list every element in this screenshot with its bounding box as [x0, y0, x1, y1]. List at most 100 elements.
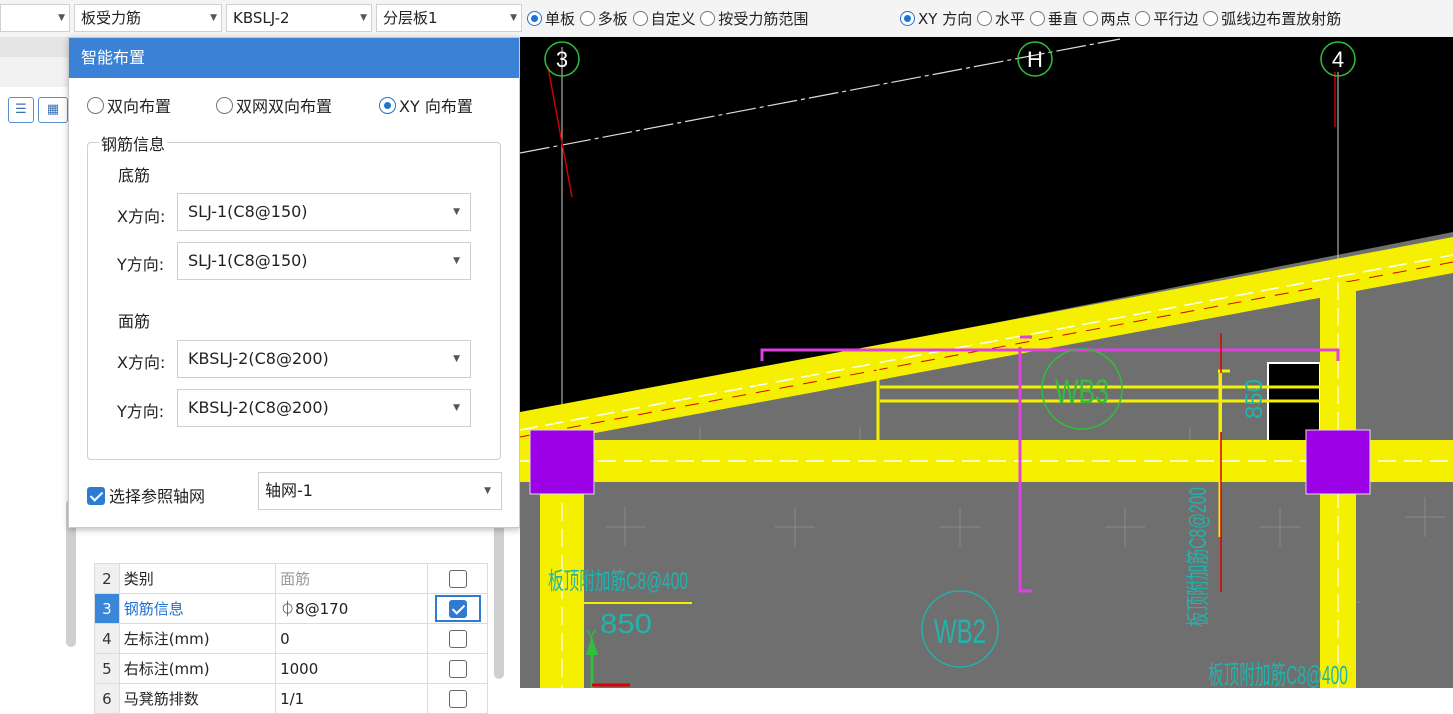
bottom-rebar-heading: 底筋	[118, 166, 151, 185]
property-value[interactable]: 面筋	[275, 563, 429, 594]
dialog-title[interactable]: 智能布置	[69, 38, 519, 78]
table-row[interactable]: 2 类别 面筋	[94, 563, 488, 594]
top-x-select[interactable]: KBSLJ-2(C8@200) ▼	[177, 340, 471, 378]
row-number: 5	[94, 653, 120, 684]
column-e3[interactable]	[529, 429, 595, 495]
radio-icon	[700, 11, 716, 26]
radio-multi-slab[interactable]: 多板	[579, 10, 628, 28]
property-value[interactable]: 1000	[275, 653, 429, 684]
attach-checkbox[interactable]	[448, 599, 467, 618]
radio-custom[interactable]: 自定义	[632, 10, 696, 28]
attach-checkbox[interactable]	[448, 659, 467, 678]
radio-xy-direction[interactable]: XY 方向	[900, 10, 972, 28]
component-name-dropdown[interactable]: KBSLJ-2 ▼	[226, 4, 372, 32]
rebar-annotation-bottom-right: 板顶附加筋C8@400	[1208, 660, 1348, 688]
component-type-dropdown[interactable]: 板受力筋 ▼	[74, 4, 222, 32]
chevron-down-icon: ▼	[210, 13, 217, 23]
table-row[interactable]: 4 左标注(mm) 0	[94, 623, 488, 654]
radio-icon	[216, 97, 233, 114]
option-xy-direction[interactable]: XY 向布置	[379, 97, 473, 117]
axis-label-h: H	[1027, 47, 1043, 72]
radio-vertical[interactable]: 垂直	[1029, 10, 1078, 28]
rebar-annotation-vertical: 板顶附加筋C8@200	[1185, 487, 1212, 627]
column-e4[interactable]	[1305, 429, 1371, 495]
checkbox-icon	[87, 487, 105, 505]
ref-axis-checkbox[interactable]: 选择参照轴网	[87, 483, 205, 507]
attach-cell	[427, 563, 488, 594]
row-number: 3	[94, 593, 120, 624]
radio-icon	[632, 11, 648, 26]
attach-checkbox[interactable]	[448, 689, 467, 708]
bottom-y-value: SLJ-1(C8@150)	[188, 251, 308, 270]
rebar-annotation-left: 板顶附加筋C8@400	[548, 568, 688, 595]
property-value[interactable]: ⏀8@170	[275, 593, 429, 624]
table-view-icon[interactable]: ▦	[38, 97, 68, 123]
property-value[interactable]: 1/1	[275, 683, 429, 714]
radio-single-slab[interactable]: 单板	[527, 10, 575, 28]
top-y-label: Y方向:	[117, 402, 165, 421]
axis-label-4: 4	[1332, 47, 1344, 72]
property-name: 类别	[118, 563, 277, 594]
direction-radio-group: XY 方向 水平 垂直 两点 平行边 弧线边布置放射筋	[900, 8, 1341, 30]
property-name: 钢筋信息	[118, 593, 277, 624]
component-name-value: KBSLJ-2	[233, 9, 290, 27]
cad-drawing-canvas[interactable]: 3 H 4 E WB3 WB2 板顶附加筋C8@400 8	[520, 37, 1453, 688]
chevron-down-icon: ▼	[58, 13, 65, 23]
smart-layout-dialog: 智能布置 双向布置 双网双向布置 XY 向布置 钢筋信息 底筋 X方向: SLJ…	[68, 37, 520, 528]
radio-icon	[977, 11, 992, 26]
bottom-x-select[interactable]: SLJ-1(C8@150) ▼	[177, 193, 471, 231]
layer-dropdown[interactable]: 分层板1 ▼	[376, 4, 522, 32]
chevron-down-icon: ▼	[453, 403, 460, 413]
top-x-value: KBSLJ-2(C8@200)	[188, 349, 329, 368]
table-row[interactable]: 5 右标注(mm) 1000	[94, 653, 488, 684]
row-number: 4	[94, 623, 120, 654]
radio-icon	[579, 11, 595, 26]
radio-parallel-edge[interactable]: 平行边	[1135, 10, 1198, 28]
layer-value: 分层板1	[383, 9, 438, 27]
rebar-info-title: 钢筋信息	[99, 131, 168, 155]
rebar-annotation-left-length: 850	[600, 608, 652, 639]
radio-icon	[900, 11, 915, 26]
radio-icon	[1135, 11, 1151, 26]
bottom-y-select[interactable]: SLJ-1(C8@150) ▼	[177, 242, 471, 280]
property-name: 右标注(mm)	[118, 653, 277, 684]
list-view-icon[interactable]: ☰	[8, 97, 34, 123]
attach-checkbox[interactable]	[448, 629, 467, 648]
top-y-value: KBSLJ-2(C8@200)	[188, 398, 329, 417]
slab-label-wb2: WB2	[934, 613, 986, 651]
attach-cell	[427, 623, 488, 654]
chevron-down-icon: ▼	[453, 354, 460, 364]
radio-horizontal[interactable]: 水平	[977, 10, 1025, 28]
slab-label-wb3: WB3	[1055, 373, 1109, 411]
top-rebar-heading: 面筋	[118, 312, 151, 331]
property-table: 2 类别 面筋 3 钢筋信息 ⏀8@170 4 左标注(mm) 0 5 右标注(…	[94, 563, 488, 714]
ref-axis-select[interactable]: 轴网-1 ▼	[258, 472, 502, 510]
chevron-down-icon: ▼	[453, 207, 460, 217]
radio-icon	[1082, 11, 1098, 26]
row-number: 6	[94, 683, 120, 714]
attach-checkbox-focus	[434, 595, 481, 622]
option-bidirectional[interactable]: 双向布置	[87, 97, 171, 117]
top-toolbar: ▼ 板受力筋 ▼ KBSLJ-2 ▼ 分层板1 ▼ 单板 多板 自定义 按受力筋…	[0, 0, 1453, 38]
attach-cell	[427, 653, 488, 684]
option-double-net-bidirectional[interactable]: 双网双向布置	[216, 97, 332, 117]
radio-icon	[1029, 11, 1045, 26]
floor-dropdown[interactable]: ▼	[0, 4, 70, 32]
ref-axis-value: 轴网-1	[265, 481, 313, 500]
property-name: 马凳筋排数	[118, 683, 277, 714]
chevron-down-icon: ▼	[453, 256, 460, 266]
attach-checkbox[interactable]	[448, 569, 467, 588]
component-type-value: 板受力筋	[81, 9, 142, 27]
bottom-x-label: X方向:	[117, 207, 166, 226]
radio-icon	[87, 97, 104, 114]
table-row[interactable]: 6 马凳筋排数 1/1	[94, 683, 488, 714]
property-value[interactable]: 0	[275, 623, 429, 654]
top-y-select[interactable]: KBSLJ-2(C8@200) ▼	[177, 389, 471, 427]
property-name: 左标注(mm)	[118, 623, 277, 654]
radio-arc-edge-radial[interactable]: 弧线边布置放射筋	[1203, 10, 1341, 28]
top-x-label: X方向:	[117, 353, 166, 372]
panel-tab-strip	[0, 57, 68, 87]
table-row[interactable]: 3 钢筋信息 ⏀8@170	[94, 593, 488, 624]
radio-two-points[interactable]: 两点	[1082, 10, 1131, 28]
radio-by-rebar-range[interactable]: 按受力筋范围	[700, 10, 808, 28]
